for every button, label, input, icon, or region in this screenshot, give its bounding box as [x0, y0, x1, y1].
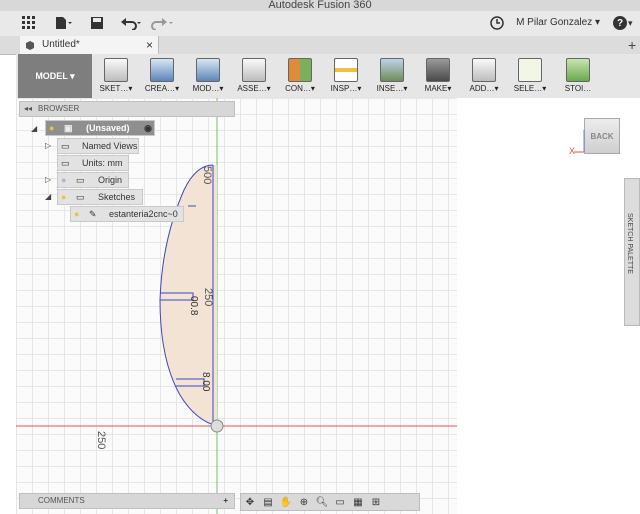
browser-item-named-views[interactable]: ▭ Named Views	[57, 138, 139, 154]
folder-icon: ▭	[76, 192, 85, 202]
dimension-label-mid: 250	[202, 288, 214, 307]
dimension-label-top: 500	[201, 166, 213, 185]
collapse-browser-icon[interactable]: ◂◂	[24, 102, 32, 116]
dimension-slot-upper[interactable]: 00.8	[188, 296, 199, 315]
zoom-window-icon[interactable]: ⊕	[295, 497, 313, 508]
activate-radio-icon[interactable]: ◉	[144, 121, 152, 135]
comments-panel-header[interactable]: COMMENTS +	[19, 493, 235, 509]
sketch-icon: ✎	[89, 209, 97, 219]
origin-point-icon	[210, 419, 224, 433]
expand-root-icon[interactable]: ◢	[31, 124, 37, 133]
folder-icon: ▭	[76, 175, 85, 185]
zoom-icon[interactable]: 🔍︎	[313, 497, 331, 508]
add-comment-icon[interactable]: +	[223, 494, 228, 508]
pan-hand-icon[interactable]: ✋	[277, 497, 295, 508]
display-settings-icon[interactable]: ▭	[331, 497, 349, 508]
visibility-bulb-icon[interactable]: ●	[74, 207, 79, 221]
look-at-icon[interactable]: ▤	[259, 497, 277, 508]
document-icon: ▭	[61, 158, 70, 168]
navigation-bar: ✥ ▤ ✋ ⊕ 🔍︎ ▭ ▦ ⊞	[240, 493, 420, 511]
viewports-icon[interactable]: ⊞	[367, 497, 385, 508]
browser-item-origin[interactable]: ● ▭ Origin	[57, 172, 129, 188]
browser-item-sketches[interactable]: ● ▭ Sketches	[57, 189, 143, 205]
visibility-bulb-icon[interactable]: ●	[61, 190, 66, 204]
sketch-palette-label: SKETCH PALETTE	[626, 213, 633, 274]
browser-title: BROWSER	[38, 104, 80, 113]
browser-panel-header[interactable]: ◂◂ BROWSER	[19, 101, 235, 117]
folder-icon: ▭	[61, 141, 70, 151]
browser-item-sketch[interactable]: ● ✎ estanteria2cnc~0	[70, 206, 184, 222]
expand-origin-icon[interactable]: ▷	[45, 175, 51, 184]
axis-label-bottom: 250	[95, 431, 107, 450]
browser-item-units[interactable]: ▭ Units: mm	[57, 155, 129, 171]
visibility-bulb-icon[interactable]: ●	[49, 121, 54, 135]
orbit-icon[interactable]: ✥	[241, 497, 259, 508]
component-icon: ▣	[64, 123, 73, 133]
dimension-slot-lower[interactable]: 8.00	[200, 372, 211, 391]
browser-root-node[interactable]: ● ▣ (Unsaved) ◉	[45, 120, 155, 136]
expand-sketches-icon[interactable]: ◢	[45, 192, 51, 201]
grid-settings-icon[interactable]: ▦	[349, 497, 367, 508]
comments-title: COMMENTS	[38, 496, 85, 505]
visibility-bulb-icon[interactable]: ●	[61, 173, 66, 187]
sketch-palette-tab[interactable]: SKETCH PALETTE	[624, 178, 640, 326]
axis-x-label: X	[569, 146, 576, 156]
expand-named-views-icon[interactable]: ▷	[45, 141, 51, 150]
